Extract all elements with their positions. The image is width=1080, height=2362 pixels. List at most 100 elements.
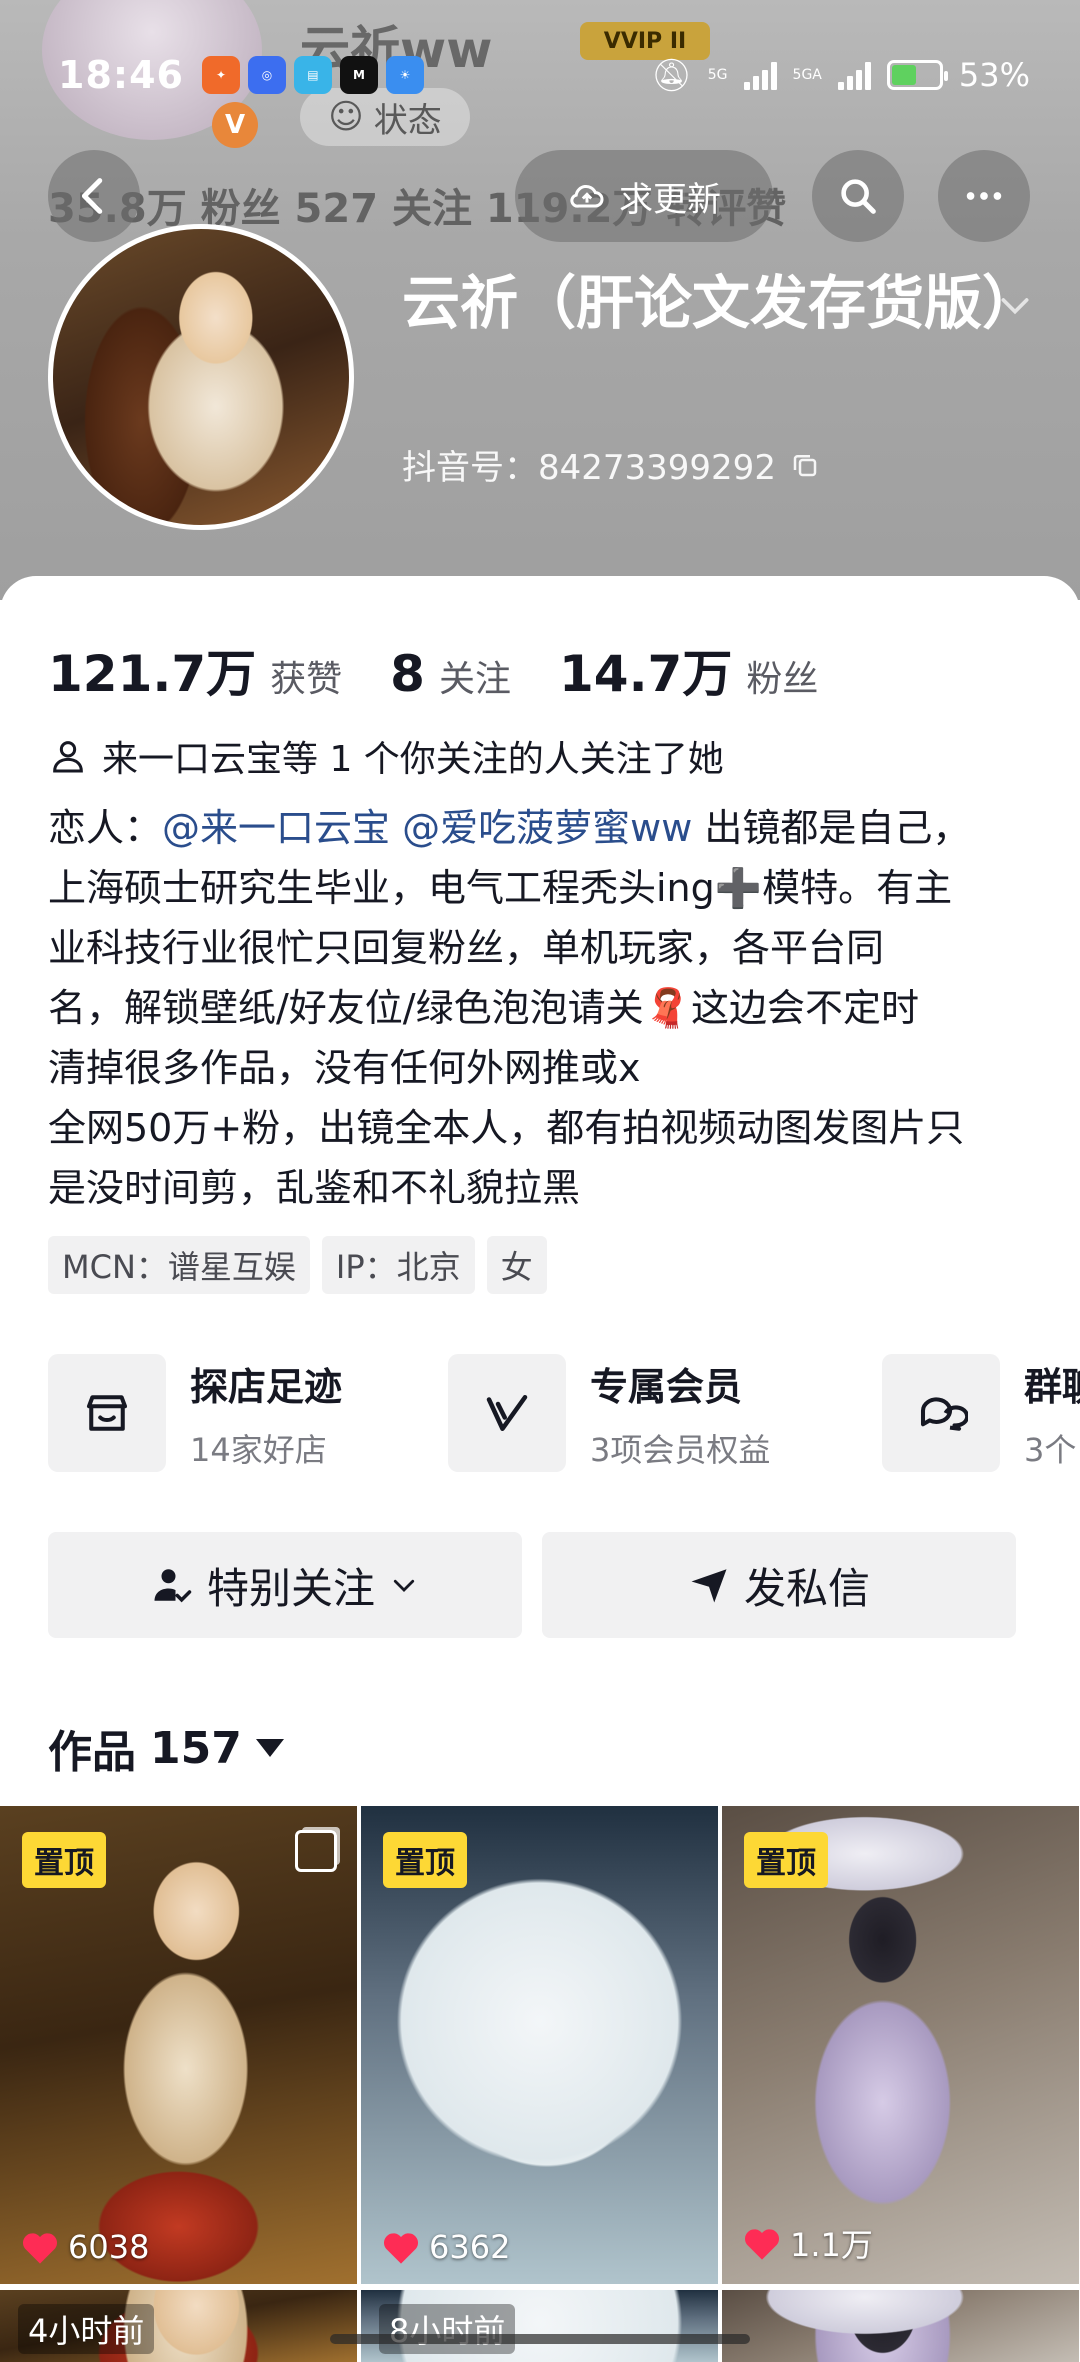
person-check-icon (154, 1569, 192, 1603)
search-icon (841, 179, 876, 214)
profile-header: 云祈ww VVIP II V ☺ 状态 35.8万 粉丝 527 关注 119.… (0, 0, 1080, 600)
work-tile[interactable]: 8小时前 (361, 2290, 718, 2362)
like-count: 6362 (381, 2228, 510, 2266)
heart-icon (23, 2233, 57, 2264)
service-sub: 14家好店 (190, 1430, 327, 1469)
special-follow-button[interactable]: 特别关注 (48, 1532, 522, 1638)
heart-icon (384, 2233, 418, 2264)
bio-text: 出镜都是自己， (692, 806, 971, 850)
chevron-down-icon (393, 1579, 415, 1592)
work-tile[interactable]: 置顶 6362 (361, 1806, 718, 2284)
shop-icon (86, 1395, 128, 1431)
likes-count: 121.7万 (48, 645, 257, 703)
back-button[interactable] (48, 150, 140, 242)
update-cloud-icon (570, 185, 604, 208)
more-icon (966, 192, 1002, 200)
service-sub: 3个 (1024, 1430, 1077, 1469)
mute-icon: 🔕︎ (651, 56, 692, 94)
work-tile[interactable]: 置顶 6038 (0, 1806, 357, 2284)
works-label: 作品 (48, 1727, 136, 1778)
service-title: 专属会员 (590, 1364, 743, 1409)
profile-avatar[interactable] (48, 224, 354, 530)
following-count[interactable]: 8 (390, 645, 425, 703)
copy-icon[interactable] (790, 450, 820, 480)
mention-link[interactable]: @爱吃菠萝蜜ww (402, 806, 692, 850)
weather-icon: ☀ (385, 56, 424, 94)
send-message-button[interactable]: 发私信 (542, 1532, 1016, 1638)
bio-line: 上海硕士研究生毕业，电气工程秃头ing➕模特。有主 (48, 866, 953, 910)
service-title: 群聊 (1024, 1364, 1080, 1409)
posted-time: 4小时前 (18, 2304, 155, 2354)
work-tile[interactable]: 置顶 1.1万 (722, 1806, 1079, 2284)
service-store-visits[interactable]: 探店足迹 14家好店 (48, 1354, 342, 1472)
like-count-text: 1.1万 (790, 2226, 873, 2264)
bio-text: 名，解锁壁纸/好友位/绿色泡泡请关 (48, 986, 644, 1030)
mcn-tag[interactable]: MCN：谱星互娱 (48, 1236, 310, 1294)
network-label: 5GA (792, 67, 822, 83)
work-tile[interactable]: 4小时前 (0, 2290, 357, 2362)
like-count-text: 6038 (68, 2228, 150, 2266)
moji-icon: M (339, 56, 378, 94)
stats-row: 121.7万 获赞 8 关注 14.7万 粉丝 (48, 634, 866, 706)
ip-tag: IP：北京 (321, 1236, 475, 1294)
works-tab[interactable]: 作品 157 (48, 1716, 284, 1780)
shop-icon-box (48, 1354, 166, 1472)
status-right: 🔕︎ 5G 5GA 53% (651, 56, 1030, 94)
vip-icon-box (448, 1354, 566, 1472)
profile-name: 云祈（肝论文发存货版） (402, 269, 1041, 337)
search-button[interactable] (812, 150, 904, 242)
caret-down-icon (255, 1739, 284, 1757)
profile-tags: MCN：谱星互娱 IP：北京 女 (48, 1236, 547, 1294)
following-label[interactable]: 关注 (439, 650, 511, 702)
mutual-follow-text: 来一口云宝等 1 个你关注的人关注了她 (102, 739, 724, 780)
request-update-label: 求更新 (619, 179, 721, 220)
app-notif-icon: ✦ (201, 56, 240, 94)
network-label: 5G (707, 67, 728, 83)
like-count: 1.1万 (742, 2220, 873, 2266)
service-title: 探店足迹 (190, 1364, 343, 1409)
special-follow-label: 特别关注 (206, 1563, 375, 1613)
bio: 恋人：@来一口云宝 @爱吃菠萝蜜ww 出镜都是自己， 上海硕士研究生毕业，电气工… (48, 798, 1048, 1218)
vip-v-icon (486, 1395, 528, 1431)
service-group-chat[interactable]: 群聊 3个 (882, 1354, 1080, 1472)
multi-image-icon (295, 1830, 337, 1872)
works-count: 157 (150, 1722, 242, 1774)
service-membership[interactable]: 专属会员 3项会员权益 (448, 1354, 770, 1472)
followers-label[interactable]: 粉丝 (746, 650, 818, 702)
paper-plane-icon (691, 1569, 727, 1603)
mention-link[interactable]: @来一口云宝 (162, 806, 390, 850)
services-row: 探店足迹 14家好店 专属会员 3项会员权益 群聊 3个 (48, 1354, 1080, 1474)
more-button[interactable] (938, 150, 1030, 242)
followers-count[interactable]: 14.7万 (559, 634, 732, 706)
heart-icon (745, 2229, 779, 2260)
scarf-emoji: 🧣 (643, 986, 691, 1030)
mutual-follow-line[interactable]: 来一口云宝等 1 个你关注的人关注了她 (48, 730, 724, 782)
signal-icon (837, 60, 871, 90)
chevron-left-icon (81, 178, 103, 214)
signal-icon (743, 60, 777, 90)
bio-line: 全网50万+粉，出镜全本人，都有拍视频动图发图片只 (48, 1106, 965, 1150)
pinned-badge: 置顶 (744, 1832, 828, 1888)
bio-line: 是没时间剪，乱鉴和不礼貌拉黑 (48, 1166, 581, 1210)
bio-line: 业科技行业很忙只回复粉丝，单机玩家，各平台同 (48, 926, 885, 970)
bio-line: 清掉很多作品，没有任何外网推或x (48, 1046, 641, 1090)
work-tile[interactable] (722, 2290, 1079, 2362)
battery-percent: 53% (958, 56, 1030, 94)
service-sub: 3项会员权益 (590, 1430, 771, 1469)
bio-line: 恋人：@来一口云宝 @爱吃菠萝蜜ww 出镜都是自己， (48, 798, 1048, 858)
bio-prefix: 恋人： (48, 806, 163, 850)
action-buttons: 特别关注 发私信 (48, 1532, 1016, 1638)
home-indicator[interactable] (330, 2334, 750, 2344)
chevron-down-icon[interactable] (995, 285, 1035, 325)
request-update-button[interactable]: 求更新 (515, 150, 773, 242)
send-message-label: 发私信 (743, 1563, 870, 1613)
douyin-id[interactable]: 抖音号：84273399292 (402, 440, 820, 489)
battery-icon (886, 60, 948, 90)
person-icon (53, 741, 83, 773)
status-time: 18:46 (58, 53, 184, 97)
app-notif-icon: ◎ (247, 56, 286, 94)
posted-time: 8小时前 (379, 2304, 516, 2354)
pinned-badge: 置顶 (383, 1832, 467, 1888)
bio-text: 这边会不定时 (690, 986, 919, 1030)
battery-fill (891, 65, 916, 85)
